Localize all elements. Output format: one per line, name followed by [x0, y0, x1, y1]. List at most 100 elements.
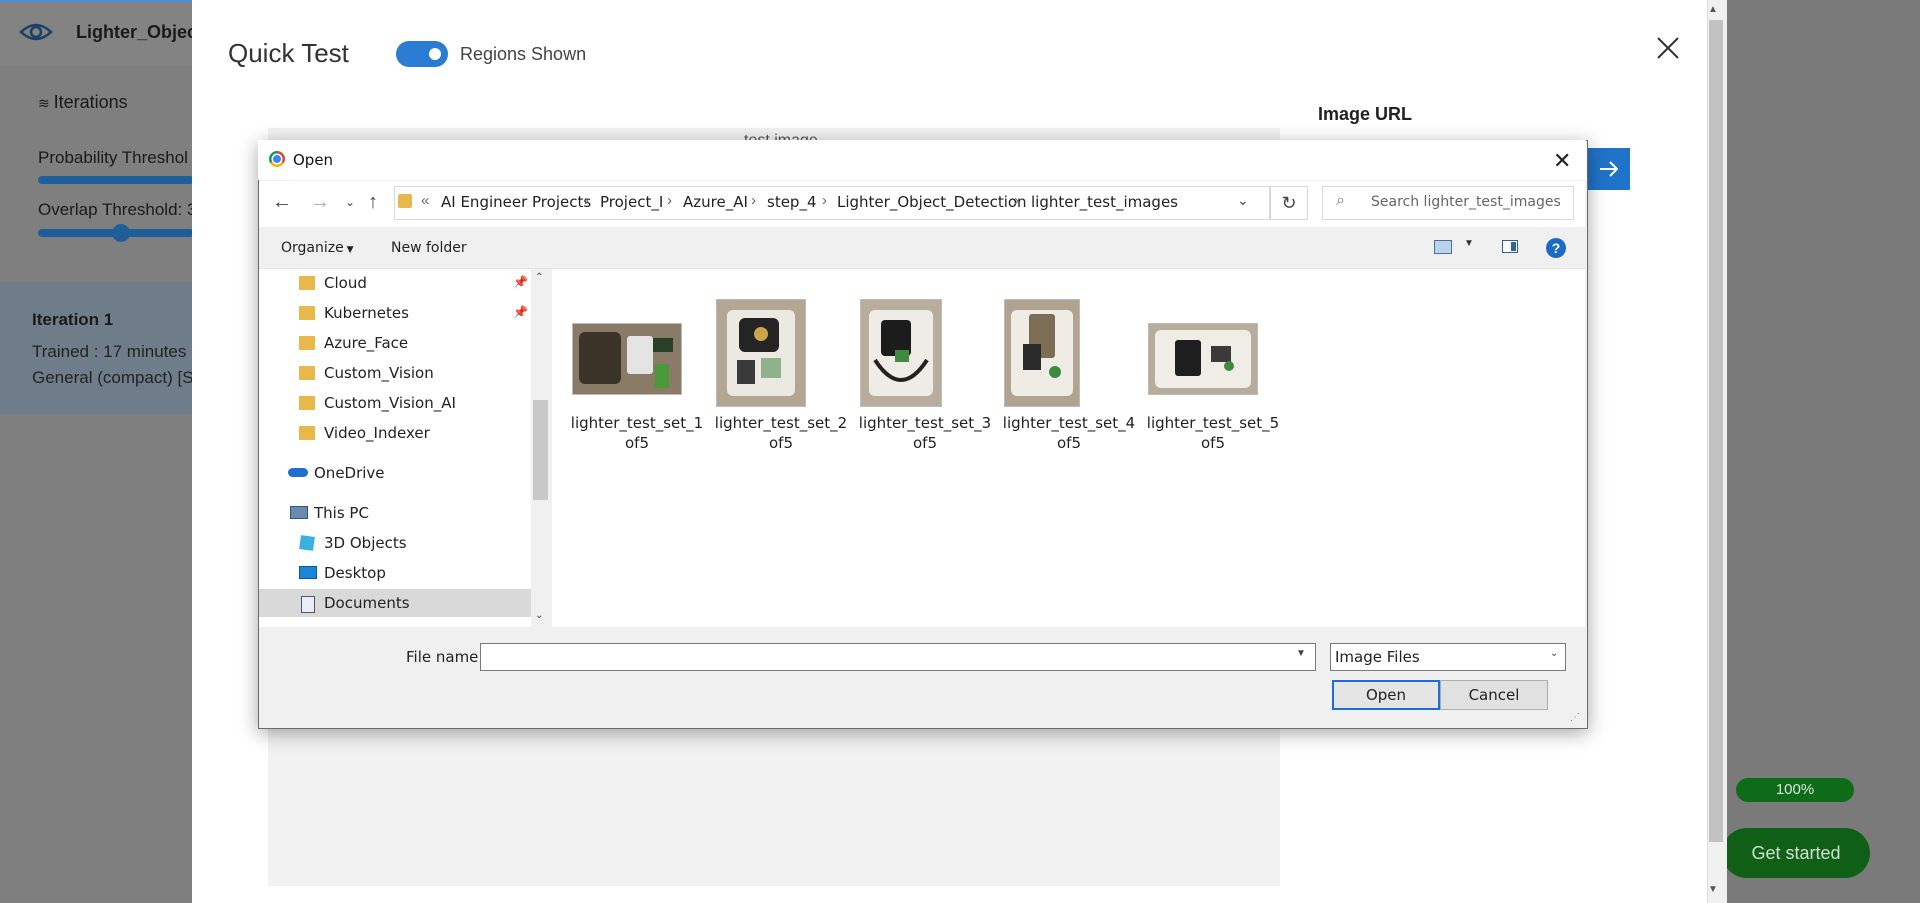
toggle-knob: [429, 48, 441, 60]
help-icon[interactable]: ?: [1546, 238, 1566, 258]
file-name: lighter_test_set_3 of5: [858, 414, 992, 452]
breadcrumb-chevron-icon: ›: [667, 192, 672, 209]
tree-item-custom-vision-ai[interactable]: Custom_Vision_AI: [259, 389, 531, 417]
resize-grip-icon[interactable]: ⋰: [1570, 712, 1580, 723]
forward-arrow-icon[interactable]: →: [310, 191, 330, 214]
tree-scroll-up-icon[interactable]: ⌃: [535, 272, 543, 283]
breadcrumb-chevron-icon: ›: [584, 192, 589, 209]
tree-item-label: Documents: [324, 594, 410, 612]
open-button[interactable]: Open: [1332, 680, 1440, 710]
file-type-chevron-icon[interactable]: ⌄: [1550, 648, 1558, 659]
new-folder-button[interactable]: New folder: [391, 240, 467, 256]
file-name: lighter_test_set_4 of5: [1002, 414, 1136, 452]
file-name: lighter_test_set_1 of5: [570, 414, 704, 452]
breadcrumb-azure-ai[interactable]: Azure_AI: [683, 193, 748, 211]
tree-item-cloud[interactable]: Cloud 📌: [259, 269, 531, 297]
folder-icon: [299, 276, 315, 290]
recent-locations-chevron-icon[interactable]: ⌄: [345, 195, 355, 209]
dialog-close-icon[interactable]: ✕: [1553, 148, 1571, 174]
organize-menu[interactable]: Organize ▼: [281, 240, 354, 256]
preview-pane-icon[interactable]: [1502, 240, 1518, 253]
breadcrumb-step-4[interactable]: step_4: [767, 193, 817, 211]
view-options-chevron-icon[interactable]: ▼: [1464, 238, 1474, 249]
overlap-slider-knob[interactable]: [112, 224, 130, 242]
tree-scroll-down-icon[interactable]: ⌄: [535, 610, 543, 621]
breadcrumb-chevron-icon: ›: [1014, 192, 1019, 209]
cube-icon: [299, 535, 315, 551]
tree-item-label: Cloud: [324, 274, 367, 292]
tree-item-custom-vision[interactable]: Custom_Vision: [259, 359, 531, 387]
tree-item-label: Custom_Vision_AI: [324, 394, 456, 412]
panel-scrollbar-thumb[interactable]: [1709, 20, 1723, 842]
right-strip: [1726, 0, 1920, 903]
file-name-dropdown-icon[interactable]: ▼: [1296, 648, 1306, 659]
iteration-domain: General (compact) [S: [32, 368, 194, 387]
tree-item-label: Azure_Face: [324, 334, 409, 352]
tree-item-this-pc[interactable]: This PC: [259, 499, 531, 527]
folder-icon: [299, 366, 315, 380]
tree-item-label: Kubernetes: [324, 304, 409, 322]
cancel-button[interactable]: Cancel: [1440, 680, 1548, 710]
image-url-label: Image URL: [1318, 104, 1413, 124]
up-arrow-icon[interactable]: ↑: [368, 191, 378, 214]
breadcrumb-overflow[interactable]: «: [421, 192, 429, 209]
get-started-button[interactable]: Get started: [1722, 828, 1870, 878]
layers-icon: ≋: [38, 95, 54, 111]
tree-item-onedrive[interactable]: OneDrive: [259, 459, 531, 487]
file-type-value: Image Files: [1335, 648, 1420, 666]
dialog-titlebar: [258, 140, 1586, 180]
close-icon[interactable]: [1652, 32, 1684, 64]
regions-toggle[interactable]: [396, 41, 448, 67]
project-title: Lighter_Object: [76, 22, 204, 42]
quick-test-title: Quick Test: [228, 38, 349, 68]
documents-icon: [301, 596, 315, 613]
tree-item-3d-objects[interactable]: 3D Objects: [259, 529, 531, 557]
search-placeholder: Search lighter_test_images: [1371, 194, 1561, 210]
chrome-icon: [269, 151, 285, 167]
file-thumbnail: [716, 299, 806, 407]
probability-threshold-label: Probability Threshol: [38, 148, 188, 167]
iteration-name: Iteration 1: [32, 310, 114, 329]
progress-badge: 100%: [1736, 778, 1854, 802]
eye-icon[interactable]: [18, 14, 54, 50]
address-folder-icon: [398, 194, 412, 208]
back-arrow-icon[interactable]: ←: [272, 191, 292, 214]
tree-item-documents[interactable]: Documents: [259, 589, 531, 617]
breadcrumb-lighter-test-images[interactable]: lighter_test_images: [1031, 193, 1178, 211]
chevron-down-icon: ▼: [343, 245, 354, 255]
iterations-header: ≋ Iterations: [38, 92, 128, 112]
file-name-label: File name:: [406, 648, 484, 666]
tree-item-video-indexer[interactable]: Video_Indexer: [259, 419, 531, 447]
file-thumbnail: [572, 323, 682, 395]
iteration-trained: Trained : 17 minutes: [32, 342, 187, 361]
tree-item-desktop[interactable]: Desktop: [259, 559, 531, 587]
overlap-threshold-label: Overlap Threshold: 3: [38, 200, 197, 219]
tree-item-azure-face[interactable]: Azure_Face: [259, 329, 531, 357]
file-name: lighter_test_set_5 of5: [1146, 414, 1280, 452]
tree-item-kubernetes[interactable]: Kubernetes 📌: [259, 299, 531, 327]
scroll-up-icon[interactable]: ▲: [1708, 4, 1718, 15]
refresh-icon[interactable]: ↻: [1270, 186, 1308, 220]
folder-icon: [299, 426, 315, 440]
probability-slider[interactable]: [38, 176, 194, 184]
file-name-input[interactable]: [480, 643, 1316, 671]
tree-item-label: Custom_Vision: [324, 364, 434, 382]
breadcrumb-project-i[interactable]: Project_I: [600, 193, 663, 211]
file-list: lighter_test_set_1 of5 lighter_test_set_2…: [552, 269, 1585, 627]
tree-scrollbar-thumb[interactable]: [533, 400, 548, 500]
file-thumbnail: [1148, 323, 1258, 395]
breadcrumb-chevron-icon: ›: [822, 192, 827, 209]
tree-item-label: Desktop: [324, 564, 386, 582]
arrow-right-icon: [1600, 161, 1619, 177]
breadcrumb-ai-engineer-projects[interactable]: AI Engineer Projects: [441, 193, 591, 211]
search-icon: ⌕: [1336, 192, 1345, 209]
breadcrumb-lighter-object-detection[interactable]: Lighter_Object_Detection: [837, 193, 1027, 211]
view-options-icon[interactable]: [1434, 240, 1452, 254]
scroll-down-icon[interactable]: ▼: [1708, 884, 1718, 895]
folder-icon: [299, 336, 315, 350]
pin-icon: 📌: [513, 305, 528, 319]
file-thumbnail: [1004, 299, 1080, 407]
navigation-tree: Cloud 📌 Kubernetes 📌 Azure_Face Custom_V…: [259, 269, 531, 627]
submit-url-button[interactable]: [1588, 148, 1630, 190]
address-dropdown-icon[interactable]: ⌄: [1237, 192, 1249, 209]
